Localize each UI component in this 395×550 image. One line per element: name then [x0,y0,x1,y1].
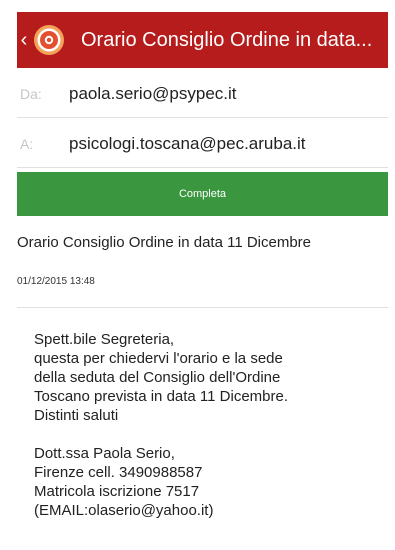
to-row: A: psicologi.toscana@pec.aruba.it [17,121,388,168]
signature-line: Dott.ssa Paola Serio, [34,445,175,462]
from-row: Da: paola.serio@psypec.it [17,71,388,118]
back-arrow-icon[interactable]: ‹ [17,12,31,68]
to-address[interactable]: psicologi.toscana@pec.aruba.it [69,134,306,154]
body-line: della seduta del Consiglio dell'Ordine [34,369,281,386]
app-header: ‹ Orario Consiglio Ordine in data... [17,12,388,68]
delivery-status-label: Completa [178,188,227,200]
body-line: Toscano prevista in data 11 Dicembre. [34,388,289,405]
divider [17,307,388,308]
message-screen: ‹ Orario Consiglio Ordine in data... Da:… [0,0,395,550]
message-subject: Orario Consiglio Ordine in data 11 Dicem… [17,234,312,251]
from-address[interactable]: paola.serio@psypec.it [69,84,237,104]
delivery-status-bar: Completa [17,172,388,216]
signature-line: Firenze cell. 3490988587 [34,464,203,481]
signature-line: (EMAIL:olaserio@yahoo.it) [34,502,214,519]
body-line: questa per chiedervi l'orario e la sede [34,350,283,367]
to-label: A: [20,136,34,152]
from-label: Da: [20,86,42,102]
message-datetime: 01/12/2015 13:48 [17,276,95,287]
body-line: Distinti saluti [34,407,119,424]
message-body: Spett.bile Segreteria, questa per chiede… [34,330,384,520]
signature-line: Matricola iscrizione 7517 [34,483,200,500]
pec-mail-logo-icon[interactable] [33,24,65,56]
body-line: Spett.bile Segreteria, [34,331,175,348]
header-title: Orario Consiglio Ordine in data... [81,28,373,51]
